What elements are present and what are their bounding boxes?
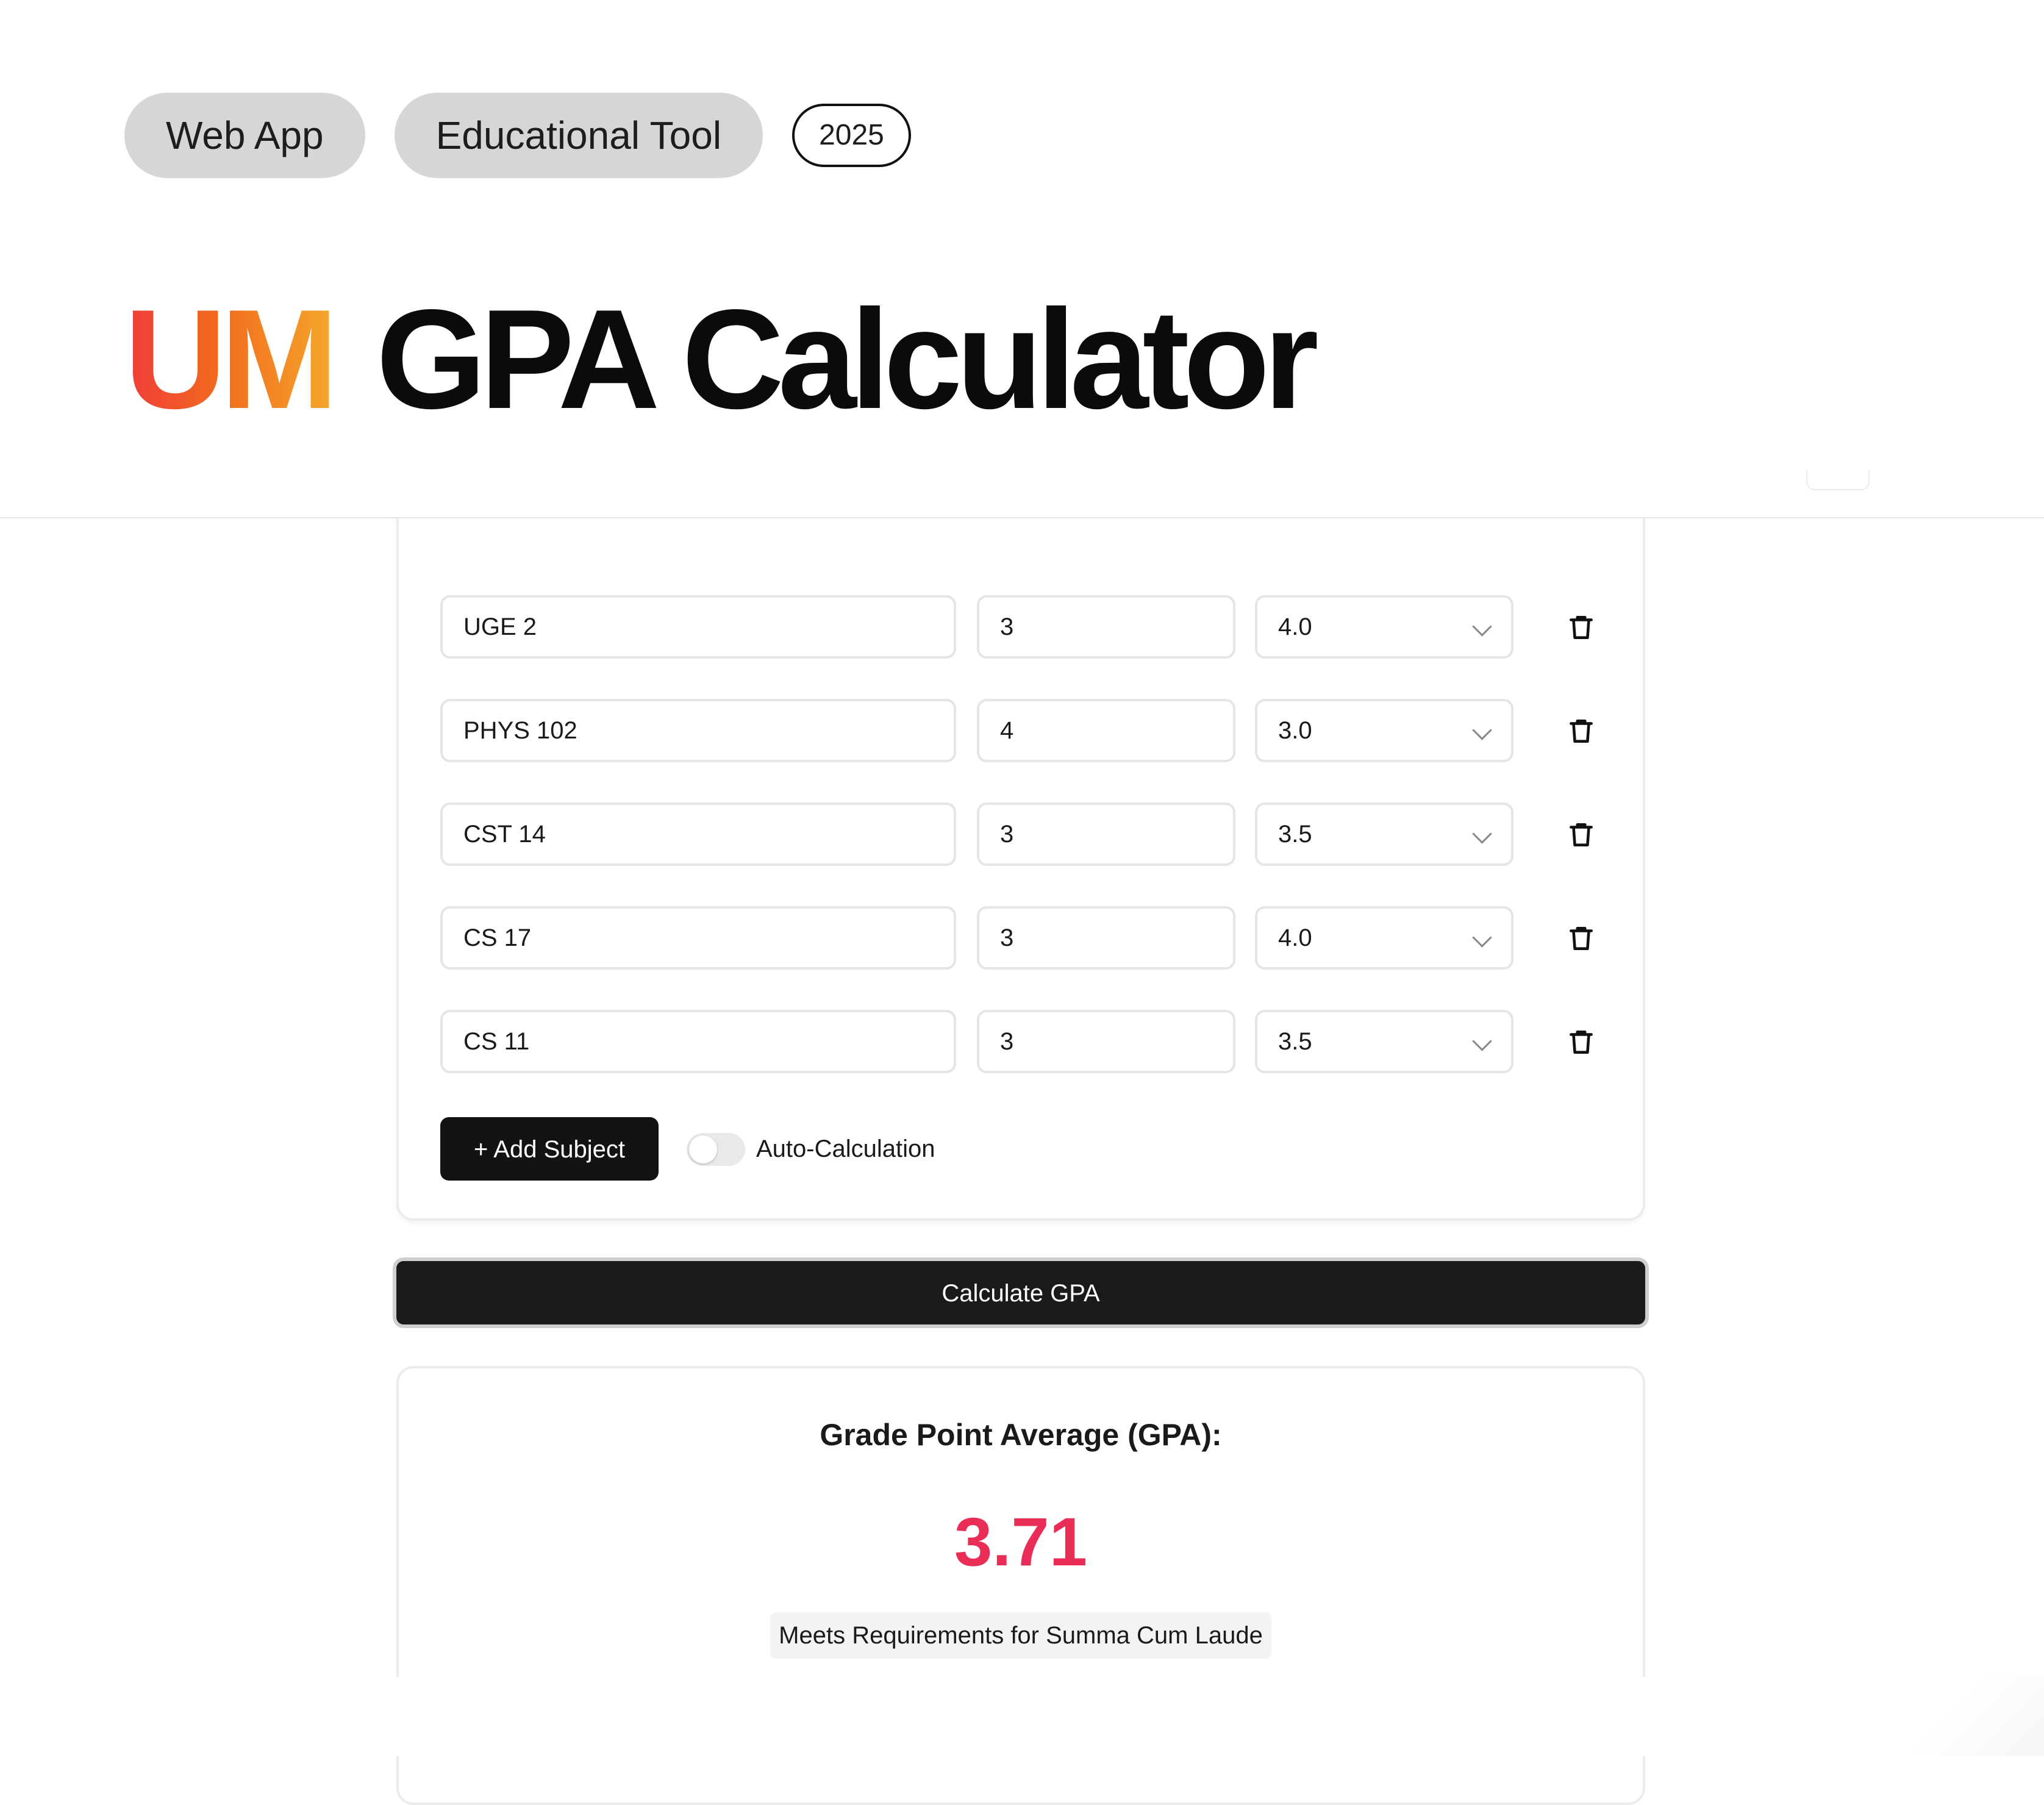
credits-input[interactable]: 3 bbox=[977, 802, 1235, 866]
title-text: GPA Calculator bbox=[376, 281, 1319, 438]
grade-value: 3.5 bbox=[1278, 821, 1312, 848]
grade-value: 3.5 bbox=[1278, 1028, 1312, 1055]
chevron-down-icon bbox=[1472, 928, 1492, 948]
subjects-card: CSE 1333.5UGE 234.0PHYS 10243.0CST 1433.… bbox=[396, 437, 1645, 1221]
add-subject-button[interactable]: + Add Subject bbox=[440, 1117, 659, 1181]
grade-select[interactable]: 4.0 bbox=[1255, 595, 1513, 659]
title-brand: UM bbox=[124, 281, 338, 438]
credits-input[interactable]: 3 bbox=[977, 906, 1235, 970]
subject-name-input[interactable]: CST 14 bbox=[440, 802, 956, 866]
subject-name-input[interactable]: UGE 2 bbox=[440, 595, 956, 659]
toggle-knob bbox=[689, 1135, 717, 1163]
grade-select[interactable]: 3.5 bbox=[1255, 1010, 1513, 1073]
subject-row: UGE 2 3 4.0 bbox=[440, 595, 1593, 659]
subject-row: PHYS 102 4 3.0 bbox=[440, 699, 1593, 762]
grade-value: 4.0 bbox=[1278, 924, 1312, 951]
subject-name-input[interactable]: CS 11 bbox=[440, 1010, 956, 1073]
credits-input[interactable]: 3 bbox=[977, 1010, 1235, 1073]
page-header: Web App Educational Tool 2025 UM GPA Cal… bbox=[0, 0, 2044, 518]
subject-name-input[interactable]: CS 17 bbox=[440, 906, 956, 970]
chevron-down-icon bbox=[1472, 824, 1492, 844]
chevron-down-icon bbox=[1472, 720, 1492, 740]
trash-icon[interactable] bbox=[1566, 923, 1596, 954]
calculate-gpa-button[interactable]: Calculate GPA bbox=[393, 1257, 1649, 1328]
trash-icon[interactable] bbox=[1566, 716, 1596, 746]
header-edge-control bbox=[1806, 470, 1870, 490]
chevron-down-icon bbox=[1472, 617, 1492, 637]
auto-calculation-label: Auto-Calculation bbox=[756, 1135, 935, 1162]
grade-select[interactable]: 3.5 bbox=[1255, 802, 1513, 866]
trash-icon[interactable] bbox=[1566, 820, 1596, 850]
bottom-fade bbox=[0, 1677, 2044, 1756]
grade-select[interactable]: 3.0 bbox=[1255, 699, 1513, 762]
trash-icon[interactable] bbox=[1566, 612, 1596, 643]
gpa-value: 3.71 bbox=[954, 1504, 1087, 1580]
subject-row: CS 17 3 4.0 bbox=[440, 906, 1593, 970]
tag-educational-tool: Educational Tool bbox=[394, 93, 763, 178]
page-title: UM GPA Calculator bbox=[124, 281, 1319, 438]
trash-icon[interactable] bbox=[1566, 1027, 1596, 1057]
honor-badge: Meets Requirements for Summa Cum Laude bbox=[770, 1612, 1271, 1659]
tag-list: Web App Educational Tool 2025 bbox=[124, 93, 911, 178]
subject-row: CS 11 3 3.5 bbox=[440, 1010, 1593, 1073]
subject-row: CST 14 3 3.5 bbox=[440, 802, 1593, 866]
year-badge: 2025 bbox=[792, 104, 911, 167]
gpa-label: Grade Point Average (GPA): bbox=[820, 1418, 1222, 1452]
credits-input[interactable]: 3 bbox=[977, 595, 1235, 659]
auto-calculation-toggle[interactable] bbox=[687, 1133, 745, 1166]
credits-input[interactable]: 4 bbox=[977, 699, 1235, 762]
grade-value: 4.0 bbox=[1278, 613, 1312, 640]
grade-value: 3.0 bbox=[1278, 717, 1312, 744]
chevron-down-icon bbox=[1472, 1031, 1492, 1051]
grade-select[interactable]: 4.0 bbox=[1255, 906, 1513, 970]
subject-name-input[interactable]: PHYS 102 bbox=[440, 699, 956, 762]
tag-web-app: Web App bbox=[124, 93, 365, 178]
